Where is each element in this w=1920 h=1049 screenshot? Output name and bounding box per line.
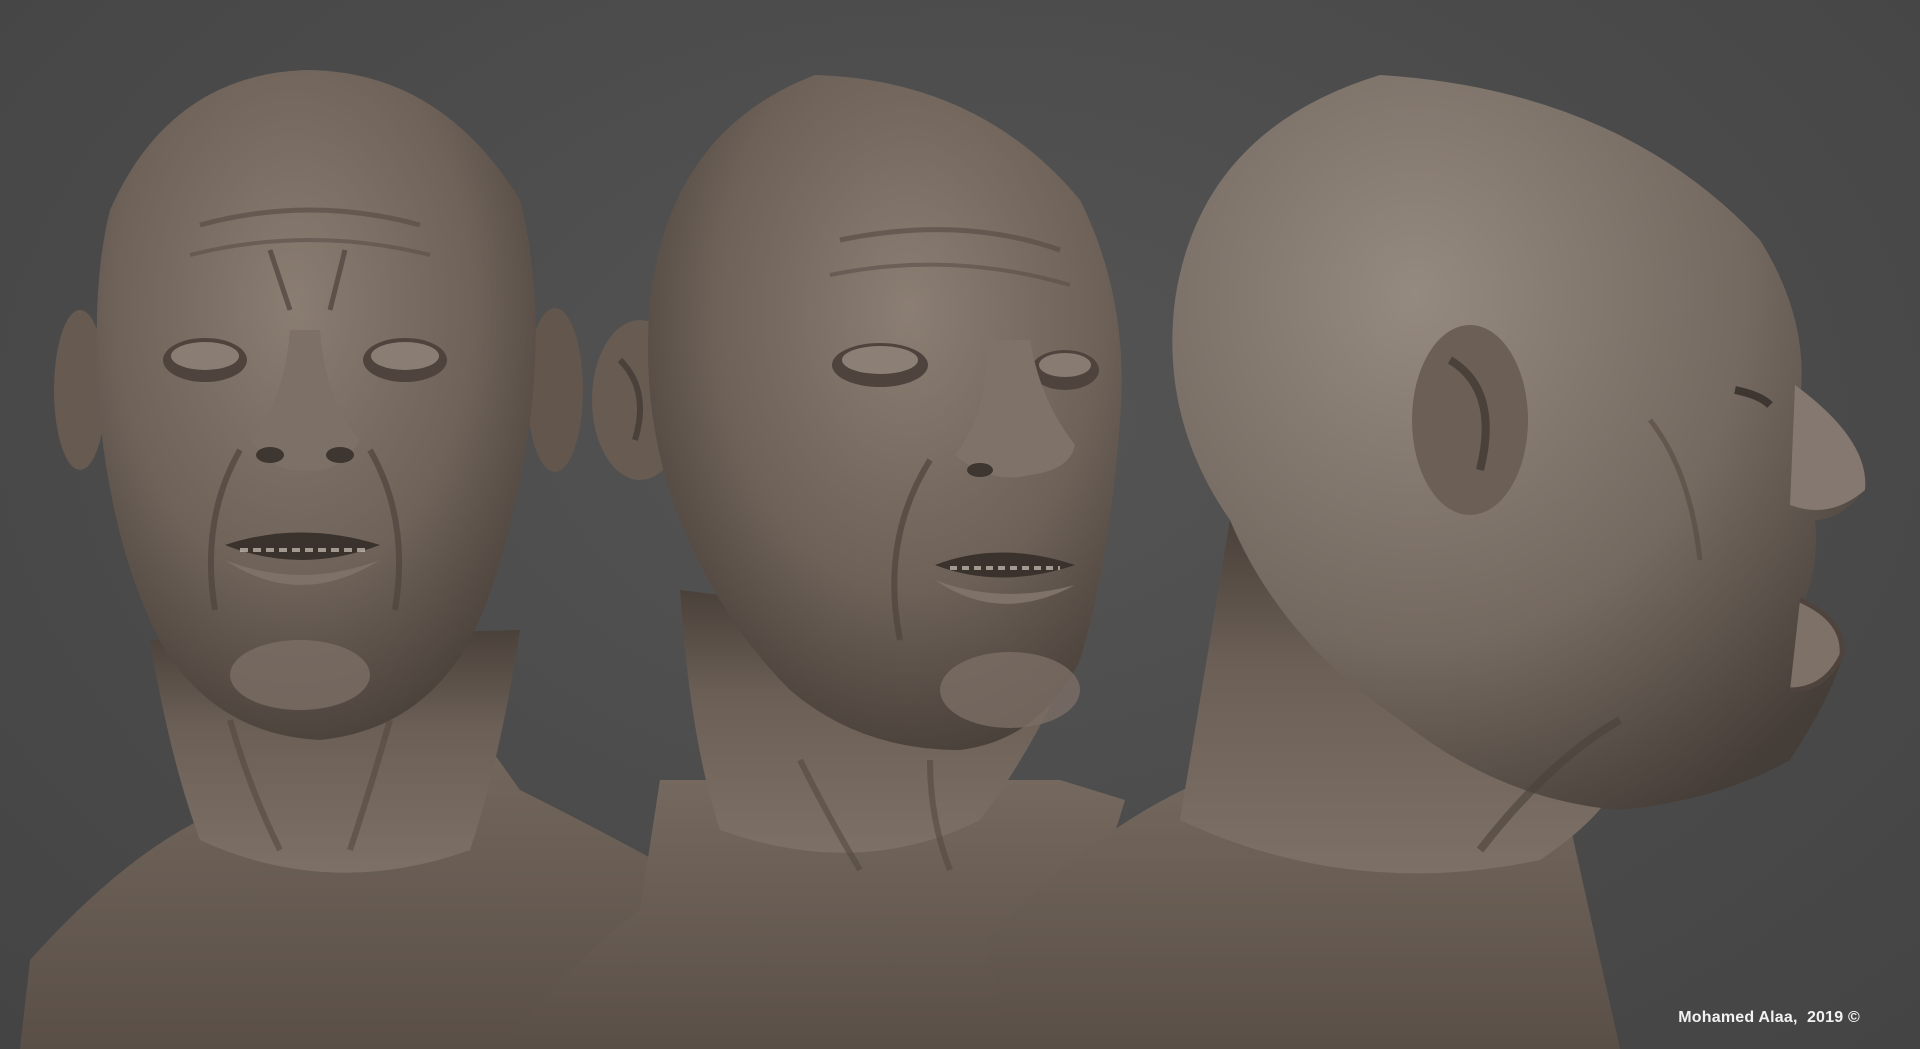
render-canvas: Mohamed Alaa, 2019 © (0, 0, 1920, 1049)
copyright-symbol: © (1848, 1009, 1860, 1026)
profile-nose (1790, 385, 1866, 510)
copyright-credit: Mohamed Alaa, 2019 © (1678, 1009, 1860, 1027)
sculpt-render (20, 70, 1866, 1049)
front-view-bust (20, 70, 700, 1049)
credit-author: Mohamed Alaa, (1678, 1009, 1798, 1026)
credit-year: 2019 (1806, 1009, 1844, 1026)
profile-ear (1412, 325, 1528, 515)
profile-view-bust (985, 75, 1866, 1049)
